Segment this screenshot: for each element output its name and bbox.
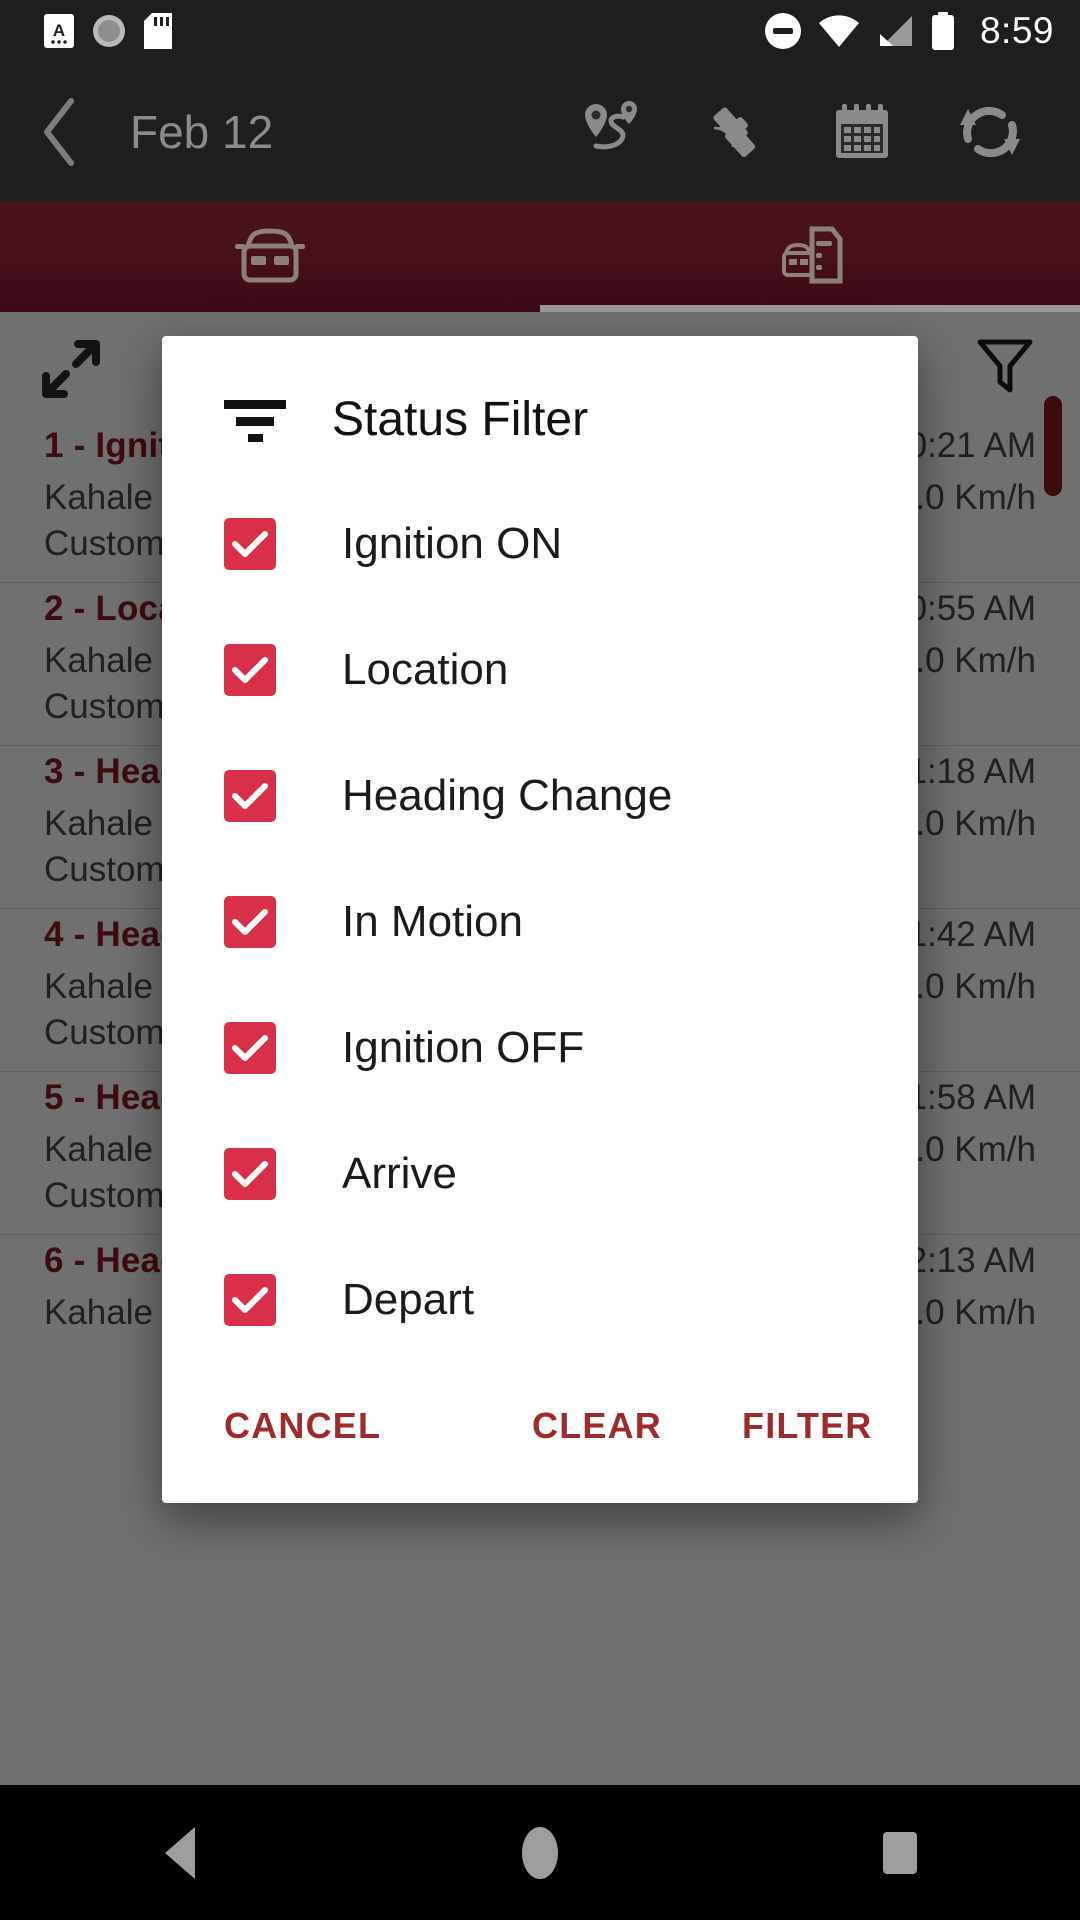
home-circle-icon bbox=[522, 1826, 558, 1879]
app-bar: Feb 12 bbox=[0, 62, 1080, 202]
option-label: Location bbox=[342, 645, 509, 694]
nav-recents-button[interactable] bbox=[820, 1785, 980, 1920]
checkbox-checked[interactable] bbox=[224, 644, 276, 696]
check-icon bbox=[232, 1287, 268, 1313]
option-label: Ignition ON bbox=[342, 519, 563, 568]
cars-traffic-icon bbox=[782, 226, 843, 284]
refresh-icon bbox=[960, 106, 1020, 158]
check-icon bbox=[232, 1161, 268, 1187]
clock-icon bbox=[93, 15, 125, 47]
check-icon bbox=[232, 1035, 268, 1061]
cancel-button[interactable]: CANCEL bbox=[224, 1405, 381, 1447]
android-nav-bar bbox=[0, 1785, 1080, 1920]
checkbox-checked[interactable] bbox=[224, 1274, 276, 1326]
wifi-icon bbox=[818, 15, 859, 48]
recents-square-icon bbox=[883, 1831, 917, 1874]
option-label: Ignition OFF bbox=[342, 1023, 585, 1072]
satellite-icon bbox=[713, 107, 756, 158]
sd-card-icon bbox=[144, 13, 172, 49]
car-front-icon bbox=[235, 228, 305, 283]
signal-icon bbox=[879, 16, 912, 46]
option-arrive[interactable]: Arrive bbox=[162, 1111, 918, 1237]
status-bar-left-icons: A bbox=[0, 13, 172, 49]
refresh-button[interactable] bbox=[926, 62, 1054, 202]
route-button[interactable] bbox=[542, 62, 670, 202]
option-label: Arrive bbox=[342, 1149, 457, 1198]
status-bar-right-icons: 8:59 bbox=[764, 10, 1080, 52]
nav-back-button[interactable] bbox=[100, 1785, 260, 1920]
checkbox-checked[interactable] bbox=[224, 1022, 276, 1074]
status-bar-clock: 8:59 bbox=[979, 10, 1054, 51]
option-heading-change[interactable]: Heading Change bbox=[162, 733, 918, 859]
calendar-button[interactable] bbox=[798, 62, 926, 202]
tab-trips[interactable] bbox=[540, 202, 1080, 312]
back-triangle-icon bbox=[165, 1826, 195, 1879]
satellite-button[interactable] bbox=[670, 62, 798, 202]
filter-lines-icon bbox=[224, 399, 286, 442]
dialog-header: Status Filter bbox=[162, 336, 918, 481]
check-icon bbox=[232, 657, 268, 683]
checkbox-checked[interactable] bbox=[224, 1148, 276, 1200]
check-icon bbox=[232, 909, 268, 935]
option-depart[interactable]: Depart bbox=[162, 1237, 918, 1363]
phone-screen: A 8:59 Feb 12 Status Filter Ignition ON … bbox=[0, 0, 1080, 1920]
back-chevron-icon bbox=[44, 98, 74, 166]
option-ignition-off[interactable]: Ignition OFF bbox=[162, 985, 918, 1111]
checkbox-checked[interactable] bbox=[224, 518, 276, 570]
status-options-list: Ignition ON Location Heading Change In M… bbox=[162, 481, 918, 1371]
tab-vehicle[interactable] bbox=[0, 202, 540, 312]
option-location[interactable]: Location bbox=[162, 607, 918, 733]
filter-apply-button[interactable]: FILTER bbox=[742, 1405, 873, 1447]
back-button[interactable] bbox=[0, 62, 120, 202]
option-label: Heading Change bbox=[342, 771, 673, 820]
tab-bar bbox=[0, 202, 1080, 312]
checkbox-checked[interactable] bbox=[224, 770, 276, 822]
app-bar-actions bbox=[542, 62, 1080, 202]
option-label: Depart bbox=[342, 1275, 475, 1324]
tab-selection-indicator bbox=[540, 305, 1080, 312]
option-in-motion[interactable]: In Motion bbox=[162, 859, 918, 985]
calendar-icon bbox=[836, 104, 888, 158]
status-bar: A 8:59 bbox=[0, 0, 1080, 62]
dialog-title: Status Filter bbox=[332, 393, 589, 446]
screenshot-icon: A bbox=[44, 14, 74, 48]
clear-button[interactable]: CLEAR bbox=[532, 1405, 662, 1447]
page-title: Feb 12 bbox=[130, 106, 274, 158]
option-label: In Motion bbox=[342, 897, 523, 946]
check-icon bbox=[232, 783, 268, 809]
svg-text:A: A bbox=[53, 21, 65, 40]
option-ignition-on[interactable]: Ignition ON bbox=[162, 481, 918, 607]
battery-icon bbox=[931, 12, 954, 50]
nav-home-button[interactable] bbox=[460, 1785, 620, 1920]
dialog-actions: CANCEL CLEAR FILTER bbox=[162, 1371, 918, 1503]
route-icon bbox=[585, 101, 637, 150]
checkbox-checked[interactable] bbox=[224, 896, 276, 948]
check-icon bbox=[232, 531, 268, 557]
do-not-disturb-icon bbox=[764, 13, 801, 49]
status-filter-dialog: Status Filter Ignition ON Location Headi… bbox=[162, 336, 918, 1503]
